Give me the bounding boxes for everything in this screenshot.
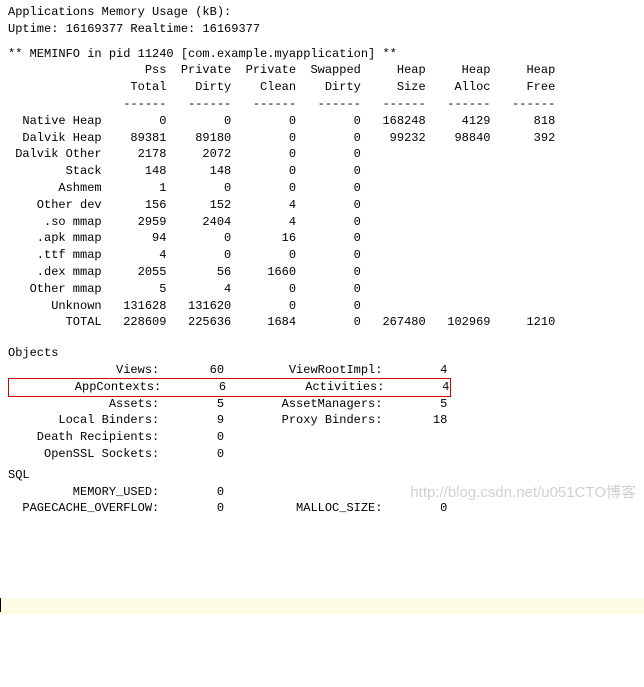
header-line-2: Uptime: 16169377 Realtime: 16169377 [8, 21, 636, 38]
objects-row: OpenSSL Sockets: 0 [8, 446, 636, 463]
meminfo-row: .so mmap 2959 2404 4 0 [8, 214, 636, 231]
meminfo-row: Dalvik Heap 89381 89180 0 0 99232 98840 … [8, 130, 636, 147]
objects-row: Death Recipients: 0 [8, 429, 636, 446]
sql-title: SQL [8, 467, 636, 484]
meminfo-cols-1: Pss Private Private Swapped Heap Heap He… [8, 62, 636, 79]
meminfo-row: .ttf mmap 4 0 0 0 [8, 247, 636, 264]
objects-row-highlighted: AppContexts: 6 Activities: 4 [8, 378, 451, 397]
meminfo-row: TOTAL 228609 225636 1684 0 267480 102969… [8, 314, 636, 331]
meminfo-row: Unknown 131628 131620 0 0 [8, 298, 636, 315]
meminfo-row: Ashmem 1 0 0 0 [8, 180, 636, 197]
objects-row: Views: 60 ViewRootImpl: 4 [8, 362, 636, 379]
meminfo-title: ** MEMINFO in pid 11240 [com.example.mya… [8, 46, 636, 63]
meminfo-row: Other mmap 5 4 0 0 [8, 281, 636, 298]
objects-row: Local Binders: 9 Proxy Binders: 18 [8, 412, 636, 429]
header-line-1: Applications Memory Usage (kB): [8, 4, 636, 21]
meminfo-row: Native Heap 0 0 0 0 168248 4129 818 [8, 113, 636, 130]
sql-row: PAGECACHE_OVERFLOW: 0 MALLOC_SIZE: 0 [8, 500, 636, 517]
objects-row: Assets: 5 AssetManagers: 5 [8, 396, 636, 413]
sql-row: MEMORY_USED: 0 [8, 484, 636, 501]
meminfo-row: .apk mmap 94 0 16 0 [8, 230, 636, 247]
meminfo-row: Dalvik Other 2178 2072 0 0 [8, 146, 636, 163]
meminfo-row: Stack 148 148 0 0 [8, 163, 636, 180]
objects-title: Objects [8, 345, 636, 362]
meminfo-row: Other dev 156 152 4 0 [8, 197, 636, 214]
text-cursor [0, 598, 1, 612]
meminfo-row: .dex mmap 2055 56 1660 0 [8, 264, 636, 281]
meminfo-cols-2: Total Dirty Clean Dirty Size Alloc Free [8, 79, 636, 96]
meminfo-divider: ------ ------ ------ ------ ------ -----… [8, 96, 636, 113]
